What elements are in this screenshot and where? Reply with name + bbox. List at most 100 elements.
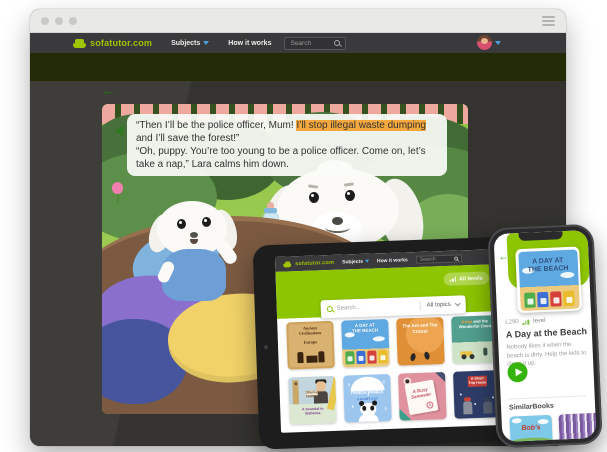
sofatutor-logo[interactable]: sofatutor.com [283,259,334,267]
book-title: A Busy Semester [409,387,432,401]
back-arrow-icon[interactable]: ← [498,252,508,263]
phone-screen: ← A DAY AT THE BEACH L290 level A Day at… [494,230,597,442]
recycling-bins [342,350,389,365]
tablet-camera [264,345,268,349]
big-ben [292,380,299,404]
nav-item-subjects[interactable]: Subjects [342,258,369,265]
wheel [469,354,474,359]
similar-books-heading: SimilarBooks [509,403,554,412]
grade-badge: A [426,401,434,409]
book-cover-panda-panda[interactable]: PANDA PANDA A RAINY DAY [343,374,392,423]
nav-item-subjects[interactable]: Subjects [171,40,209,47]
search-placeholder: Search... [337,303,414,312]
level-bars-icon [523,319,530,324]
all-levels-label: All levels [459,275,483,282]
divider [420,301,421,311]
book-title: Bob's [510,424,552,433]
nav-item-how-it-works[interactable]: How it works [228,40,271,47]
user-menu[interactable] [477,35,501,50]
phone-device: ← A DAY AT THE BEACH L290 level A Day at… [487,224,602,448]
raindrop [385,407,386,410]
book-title: A Scandal in Bohemia [299,407,327,416]
book-title: Ancient Civilisations [295,326,325,337]
avatar [477,35,492,50]
figure-silhouette [297,352,303,363]
book-subtitle: Europe [295,340,325,345]
search-icon [327,306,333,312]
puppy [150,199,260,329]
book-title: A Short Trip Home [467,376,487,387]
window-control-dot[interactable] [69,17,77,25]
levels-bars-icon [449,277,456,282]
nav-item-label: Subjects [171,40,200,47]
reader-text: “Then I’ll be the police officer, Mum! I… [127,114,447,176]
raindrop [352,405,353,408]
book-cover-a-scandal-in-bohemia[interactable]: Sherlock Holmes A Scandal in Bohemia [288,376,337,425]
book-cover-a-busy-semester[interactable]: A Busy Semester A [398,372,447,421]
ant-silhouette [410,353,417,362]
recycling-bins [520,290,580,308]
raindrop [348,383,349,386]
book-cover-a-day-at-the-beach[interactable]: A DAY AT THE BEACH [341,319,390,368]
similar-books-row: Bob's [509,413,596,442]
search-icon [454,256,458,260]
page-header-band [30,53,566,81]
lexile-code: L290 [505,319,519,326]
corner-decoration [435,372,445,382]
traveller-figure [463,401,472,414]
cloud [512,418,522,423]
chevron-down-icon [203,41,209,45]
top-navbar: sofatutor.com Subjects How it works Sear… [30,33,566,53]
logo-text: sofatutor.com [90,38,152,48]
logo-text: sofatutor.com [295,259,334,266]
nav-item-label: How it works [228,40,271,47]
all-topics-dropdown[interactable]: All topics [427,302,451,309]
sofatutor-logo[interactable]: sofatutor.com [73,38,152,48]
ant-silhouette [424,351,431,360]
read-aloud-play-icon[interactable] [115,126,123,136]
figure-silhouette [318,351,324,362]
detective-figure [316,381,325,391]
book-title: The Ant and The Cricket [402,323,438,335]
nav-item-how-it-works[interactable]: How it works [377,257,408,264]
couch-logo-icon [73,39,86,48]
hill [509,437,552,442]
cloud [373,336,385,341]
couch-logo-icon [283,261,291,267]
book-grid: Ancient Civilisations Europe A DAY AT TH… [286,315,501,424]
play-button[interactable] [507,362,528,383]
book-cover-title: A DAY AT THE BEACH [518,256,578,276]
stripe [327,376,337,410]
all-levels-button[interactable]: All levels [443,271,489,286]
rider [483,348,487,356]
back-arrow-icon[interactable]: ← [101,82,116,99]
tablet-screen: sofatutor.com Subjects How it works Sear… [275,249,501,433]
table-silhouette [306,355,317,362]
tablet-device: sofatutor.com Subjects How it works Sear… [253,236,524,449]
book-cover-ancient-civilisations[interactable]: Ancient Civilisations Europe [286,321,335,370]
paper-notes: A Busy Semester A [404,380,438,416]
book-cover-card: A DAY AT THE BEACH [515,246,582,313]
nav-item-label: Subjects [342,258,363,265]
search-placeholder: Search [290,40,334,47]
library-search-bar[interactable]: Search... All topics [320,295,466,318]
book-cover-the-ant-and-the-cricket[interactable]: The Ant and The Cricket [396,317,445,366]
window-control-dot[interactable] [41,17,49,25]
umbrella [350,376,384,391]
book-cover-a-day-at-the-beach: A DAY AT THE BEACH [518,249,580,311]
snowflake [460,393,462,395]
search-input[interactable]: Search [416,254,462,264]
book-series: Sherlock Holmes [306,390,318,395]
search-input[interactable]: Search [284,37,346,50]
level-label: level [533,318,546,325]
book-title: Anap and the Wonderful Oven [458,319,491,330]
search-placeholder: Search [420,255,454,262]
window-control-dot[interactable] [55,17,63,25]
similar-book-bobs[interactable]: Bob's [509,415,552,442]
wheel [461,354,466,359]
chevron-down-icon [365,260,369,263]
hamburger-menu-icon[interactable] [542,13,555,29]
panda [360,402,376,416]
book-title: A DAY AT THE BEACH [347,323,383,335]
similar-book-forest[interactable] [558,413,596,442]
